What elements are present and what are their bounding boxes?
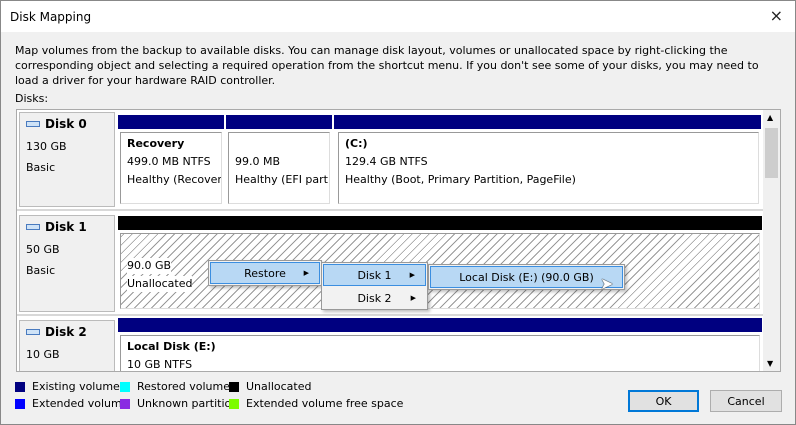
legend-swatch <box>120 398 130 409</box>
partition-size: 99.0 MB <box>235 155 281 168</box>
legend-swatch <box>15 398 25 409</box>
legend-swatch <box>229 381 239 392</box>
legend-swatch <box>15 381 25 392</box>
cancel-button[interactable]: Cancel <box>710 390 782 412</box>
disk-name: Disk 1 <box>45 220 87 234</box>
disks-label: Disks: <box>15 92 49 105</box>
chevron-right-icon: ▶ <box>409 271 415 279</box>
disk-label[interactable]: Disk 1 50 GB Basic <box>19 215 115 312</box>
partition-title: Local Disk (E:) <box>127 340 216 353</box>
partition-e[interactable]: Local Disk (E:) 10 GB NTFS <box>118 318 762 371</box>
partition-bar <box>118 115 224 129</box>
menu-item-disk-1[interactable]: Disk 1 ▶ <box>323 264 426 286</box>
disk-mapping-dialog: Disk Mapping × Map volumes from the back… <box>0 0 796 425</box>
partition-bar <box>118 216 762 230</box>
menu-label: Disk 1 <box>357 268 392 282</box>
disk-type: Basic <box>26 369 114 371</box>
menu-label: Local Disk (E:) (90.0 GB) <box>459 270 594 284</box>
chevron-right-icon: ▶ <box>410 294 416 302</box>
disk-icon <box>26 329 40 335</box>
menu-item-local-disk-e[interactable]: Local Disk (E:) (90.0 GB) <box>430 266 623 288</box>
vertical-scrollbar[interactable]: ▲ ▼ <box>763 110 780 371</box>
legend-label: Extended volume <box>32 397 129 410</box>
disk-icon <box>26 224 40 230</box>
disk-name: Disk 0 <box>45 117 87 131</box>
partition-size: 90.0 GB <box>127 258 172 274</box>
description-text: Map volumes from the backup to available… <box>15 44 759 87</box>
close-icon[interactable]: × <box>770 6 783 25</box>
partition-c[interactable]: (C:) 129.4 GB NTFS Healthy (Boot, Primary … <box>334 115 761 204</box>
disk-type: Basic <box>26 161 56 174</box>
ok-button[interactable]: OK <box>628 390 699 412</box>
legend-label: Unknown partition <box>137 397 239 410</box>
legend-label: Existing volume <box>32 380 120 393</box>
legend-label: Extended volume free space <box>246 397 404 410</box>
partition-recovery[interactable]: Recovery 499.0 MB NTFS Healthy (Recovery <box>118 115 224 204</box>
disk-size: 10 GB <box>26 348 60 361</box>
disk-label[interactable]: Disk 2 10 GB Basic <box>19 320 115 371</box>
mouse-cursor-icon: ➤ <box>600 274 614 293</box>
partition-size: 10 GB NTFS <box>127 358 193 371</box>
disk-size: 130 GB <box>26 140 67 153</box>
legend-swatch <box>120 381 130 392</box>
legend-label: Restored volume <box>137 380 230 393</box>
dialog-title: Disk Mapping <box>10 10 92 24</box>
partition-status: Healthy (Recovery <box>127 173 222 186</box>
menu-item-restore[interactable]: Restore ▶ <box>210 262 320 284</box>
chevron-right-icon: ▶ <box>303 269 309 277</box>
partition-size: 129.4 GB NTFS <box>345 155 428 168</box>
scroll-thumb[interactable] <box>765 128 778 178</box>
partition-title: (C:) <box>345 137 368 150</box>
partition-title: Recovery <box>127 137 185 150</box>
disk-type: Basic <box>26 264 56 277</box>
disk-icon <box>26 121 40 127</box>
menu-item-disk-2[interactable]: Disk 2 ▶ <box>323 287 426 309</box>
partition-status: Healthy (Boot, Primary Partition, PageFi… <box>345 173 576 186</box>
partition-bar <box>226 115 332 129</box>
scroll-down-icon[interactable]: ▼ <box>767 359 773 368</box>
disk-name: Disk 2 <box>45 325 87 339</box>
title-bar: Disk Mapping × <box>1 1 795 32</box>
disk-size: 50 GB <box>26 243 60 256</box>
menu-label: Restore <box>244 266 286 280</box>
volume-submenu: Local Disk (E:) (90.0 GB) <box>428 264 625 290</box>
partition-status: Unallocated <box>127 276 193 292</box>
disk-submenu: Disk 1 ▶ Disk 2 ▶ <box>321 262 428 310</box>
disk-row-0[interactable]: Disk 0 130 GB Basic Recovery 499.0 MB NTF… <box>17 110 763 211</box>
legend-label: Unallocated <box>246 380 312 393</box>
partition-efi[interactable]: 99.0 MB Healthy (EFI parti <box>226 115 332 204</box>
disk-label[interactable]: Disk 0 130 GB Basic <box>19 112 115 207</box>
scroll-up-icon[interactable]: ▲ <box>767 113 773 122</box>
partition-size: 499.0 MB NTFS <box>127 155 211 168</box>
disk-list: Disk 0 130 GB Basic Recovery 499.0 MB NTF… <box>16 109 781 372</box>
context-menu: Restore ▶ <box>208 260 322 286</box>
partition-bar <box>118 318 762 332</box>
disk-row-2[interactable]: Disk 2 10 GB Basic Local Disk (E:) 10 GB … <box>17 318 763 371</box>
partition-status: Healthy (EFI parti <box>235 173 330 186</box>
legend-swatch <box>229 398 239 409</box>
menu-label: Disk 2 <box>357 291 392 305</box>
partition-bar <box>334 115 761 129</box>
